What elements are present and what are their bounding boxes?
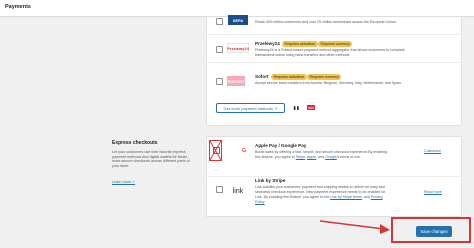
read-more-link[interactable]: Read more <box>424 190 442 195</box>
customize-link[interactable]: Customize <box>424 149 441 154</box>
stripe-link[interactable]: Stripe <box>296 155 305 159</box>
express-method-name: Link by Stripe <box>255 178 286 183</box>
payment-method-row: SEPA Reach 500 million customers and ove… <box>207 15 463 35</box>
express-method-description: Link autofills your customers' payment a… <box>255 185 385 189</box>
payment-description: Przelewy24 is a Poland-based payment met… <box>255 48 405 52</box>
requires-currency-badge: Requires currency <box>318 41 353 47</box>
express-checkouts-heading: Express checkouts <box>112 140 158 146</box>
express-method-row: G Apple Pay / Google Pay Boost sales by … <box>207 137 463 177</box>
express-checkouts-card: G Apple Pay / Google Pay Boost sales by … <box>206 136 463 218</box>
express-checkouts-description: Let your customers use their favorite ex… <box>112 150 190 169</box>
payment-description: Accept secure bank transfers from Austri… <box>255 81 403 85</box>
checkbox[interactable] <box>216 78 223 85</box>
link-terms-link[interactable]: Link by Stripe terms <box>330 195 362 199</box>
checkbox[interactable] <box>216 186 223 193</box>
payment-method-row: SOFORT Sofort Requires activation Requir… <box>207 63 463 95</box>
checkbox[interactable] <box>216 46 223 53</box>
express-method-terms: this feature, you agree to Stripe, Apple… <box>255 155 362 159</box>
express-method-name: Apple Pay / Google Pay <box>255 143 307 148</box>
payment-methods-card: SEPA Reach 500 million customers and ove… <box>206 15 463 126</box>
express-method-terms: Link. By enabling this feature, you agre… <box>255 195 383 199</box>
requires-currency-badge: Requires currency <box>307 74 342 80</box>
payment-method-row: Przelewy24 Przelewy24 Requires activatio… <box>207 35 463 63</box>
payment-name: Sofort <box>255 74 269 79</box>
payment-logo-icon: ▐▌▐▌ <box>292 105 300 110</box>
p24-logo-icon: P24 <box>307 105 315 110</box>
policy-link[interactable]: Policy <box>255 200 265 205</box>
sepa-logo: SEPA <box>228 15 248 25</box>
requires-activation-badge: Requires activation <box>271 74 307 80</box>
get-more-payment-methods-button[interactable]: Get more payment methods ↗ <box>216 103 285 113</box>
google-link[interactable]: Google <box>325 155 337 159</box>
express-method-description: Boost sales by offering a fast, simple, … <box>255 150 387 154</box>
checkbox[interactable] <box>216 18 223 25</box>
express-method-description: seamless checkout experience. New paymen… <box>255 190 386 194</box>
payment-description: Reach 500 million customers and over 20 … <box>255 20 397 24</box>
sofort-logo: SOFORT <box>227 76 245 86</box>
payment-description: transactions online using bank transfers… <box>255 53 351 57</box>
przelewy24-logo: Przelewy24 <box>227 43 249 53</box>
google-logo-icon: G <box>241 148 247 154</box>
express-method-row: link Link by Stripe Link autofills your … <box>207 177 463 218</box>
page-title: Payments <box>5 4 31 10</box>
payment-name: Przelewy24 <box>255 41 280 46</box>
privacy-link[interactable]: Privacy <box>371 195 383 199</box>
apple-logo-icon <box>231 147 239 155</box>
save-changes-button[interactable]: Save changes <box>416 226 452 237</box>
annotation-x-mark-icon <box>209 140 222 161</box>
requires-activation-badge: Requires activation <box>282 41 318 47</box>
learn-more-link[interactable]: Learn more ↗ <box>112 180 135 184</box>
link-logo: link <box>232 187 244 195</box>
annotation-arrow-icon <box>320 220 390 234</box>
apple-link[interactable]: Apple <box>307 155 316 159</box>
